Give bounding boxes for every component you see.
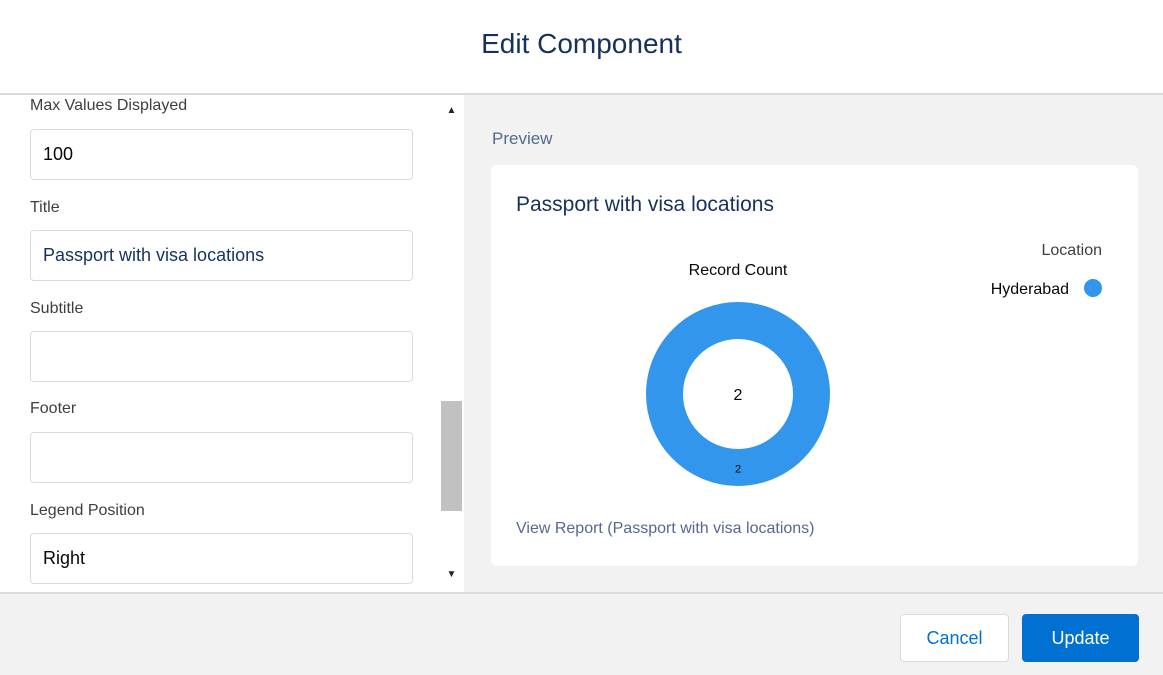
scrollbar-thumb[interactable] bbox=[441, 401, 462, 511]
component-properties-panel: Max Values Displayed Title Subtitle Foot… bbox=[0, 95, 464, 592]
donut-slice-label: 2 bbox=[735, 464, 741, 476]
max-values-label: Max Values Displayed bbox=[30, 97, 188, 114]
subtitle-input[interactable] bbox=[30, 331, 413, 382]
title-label: Title bbox=[30, 199, 60, 216]
subtitle-label: Subtitle bbox=[30, 300, 84, 317]
chart-title: Record Count bbox=[689, 262, 788, 279]
preview-label: Preview bbox=[492, 129, 553, 148]
circle-icon bbox=[1084, 279, 1102, 297]
donut-center-total: 2 bbox=[734, 387, 743, 404]
legend-title: Location bbox=[1042, 242, 1103, 259]
view-report-link[interactable]: View Report (Passport with visa location… bbox=[516, 520, 815, 538]
legend-position-input[interactable] bbox=[30, 533, 413, 584]
triangle-down-icon[interactable]: ▼ bbox=[440, 565, 463, 583]
title-input[interactable] bbox=[30, 230, 413, 281]
form-scrollbar[interactable]: ▲ ▼ bbox=[440, 95, 463, 592]
footer-label: Footer bbox=[30, 400, 77, 417]
modal-title: Edit Component bbox=[481, 27, 682, 59]
modal-footer: Cancel Update bbox=[0, 592, 1163, 675]
donut-chart: Record Count 2 2 Location Hyderabad bbox=[646, 242, 1103, 486]
triangle-up-icon[interactable]: ▲ bbox=[440, 101, 463, 119]
update-button[interactable]: Update bbox=[1022, 614, 1139, 662]
max-values-input[interactable] bbox=[30, 129, 413, 180]
modal-header: Edit Component bbox=[0, 0, 1163, 95]
preview-card: Passport with visa locations Record Coun… bbox=[491, 165, 1138, 566]
chart-legend: Hyderabad bbox=[991, 279, 1102, 298]
legend-position-label: Legend Position bbox=[30, 502, 145, 519]
footer-input[interactable] bbox=[30, 432, 413, 483]
cancel-button[interactable]: Cancel bbox=[900, 614, 1009, 662]
preview-panel: Preview Passport with visa locations Rec… bbox=[464, 95, 1163, 592]
legend-item-label[interactable]: Hyderabad bbox=[991, 281, 1069, 298]
